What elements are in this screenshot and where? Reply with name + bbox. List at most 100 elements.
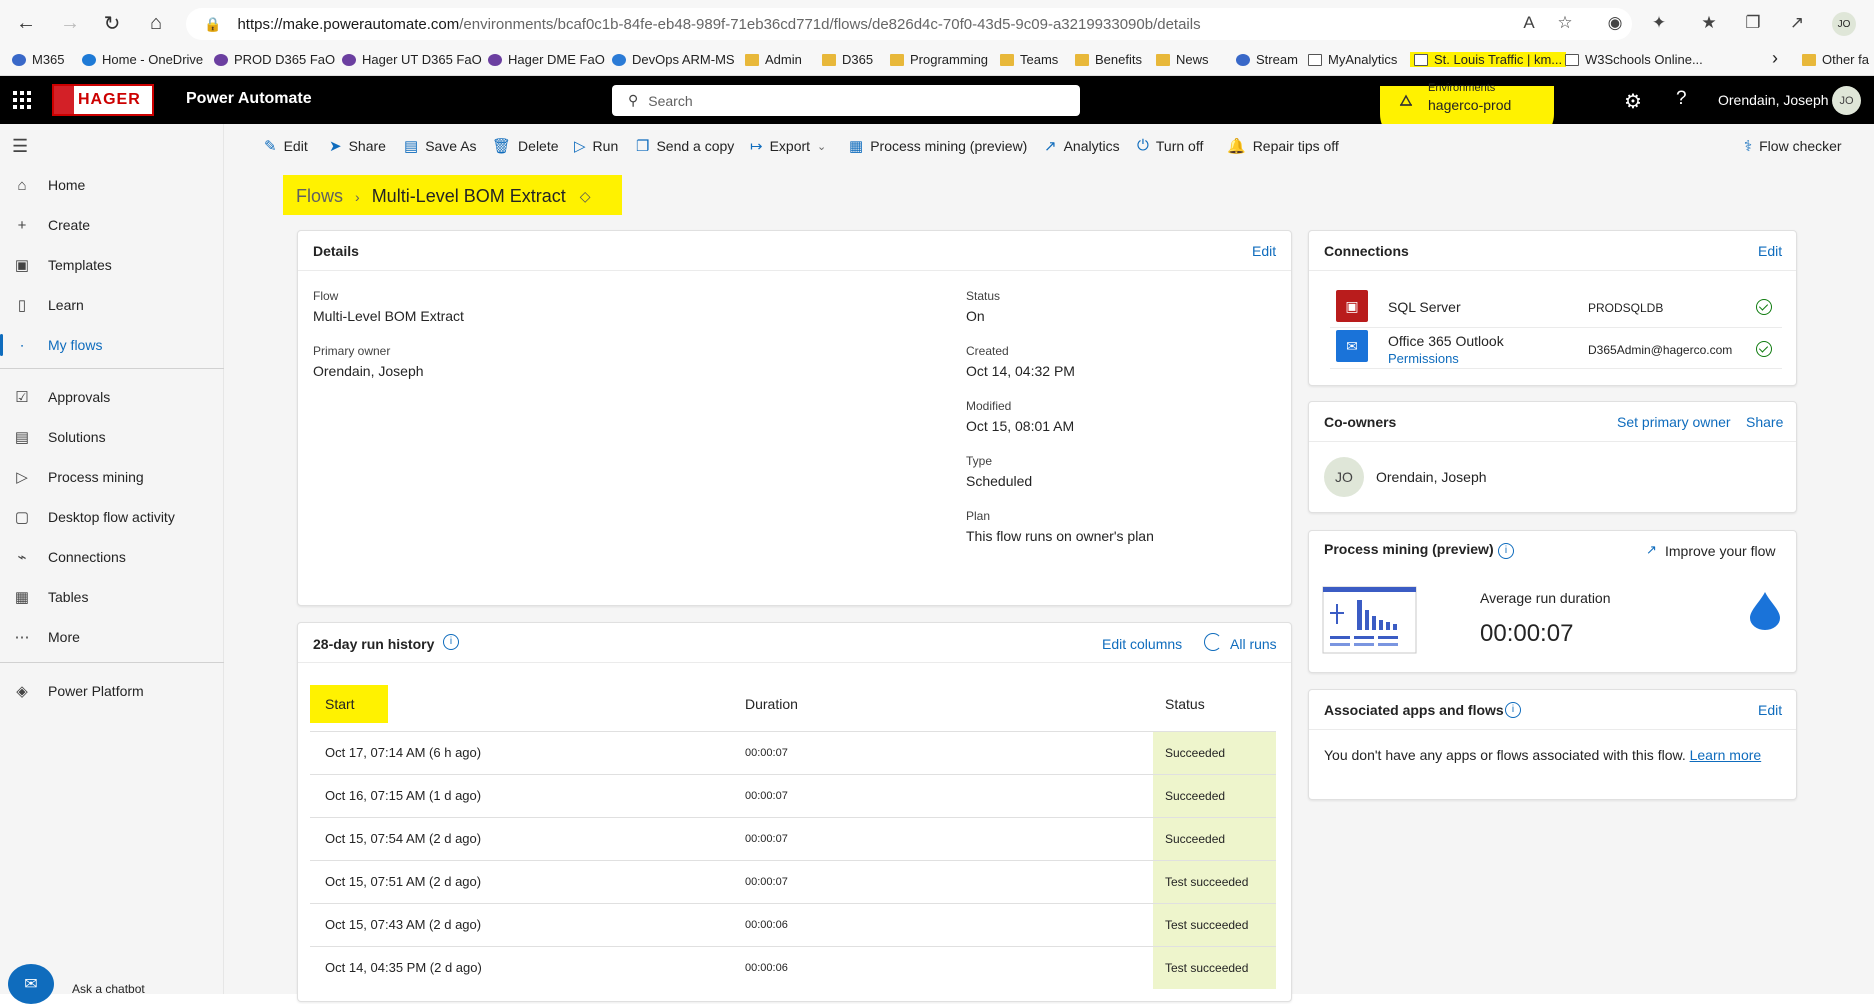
extensions-puzzle-icon[interactable]: ✦ bbox=[1648, 12, 1670, 34]
page-icon bbox=[1414, 53, 1428, 66]
bookmark-item[interactable]: MyAnalytics bbox=[1308, 52, 1397, 67]
bookmark-item[interactable]: D365 bbox=[822, 52, 873, 67]
improve-flow-link[interactable]: Improve your flow bbox=[1665, 543, 1775, 559]
col-status-header[interactable]: Status bbox=[1165, 696, 1205, 712]
share-browser-icon[interactable]: ↗ bbox=[1786, 12, 1808, 34]
nav-item-templates[interactable]: ▣ Templates bbox=[0, 246, 224, 284]
delete-button[interactable]: 🗑 Delete bbox=[492, 137, 559, 155]
bookmark-item[interactable]: Benefits bbox=[1075, 52, 1142, 67]
help-icon[interactable]: ? bbox=[1676, 88, 1687, 110]
search-input[interactable]: ⚲ Search bbox=[612, 85, 1080, 116]
edit-button[interactable]: ✎ Edit bbox=[264, 137, 308, 155]
nav-item-label: Solutions bbox=[48, 429, 106, 445]
run-start-cell[interactable]: Oct 15, 07:51 AM (2 d ago) bbox=[325, 874, 481, 889]
settings-gear-icon[interactable]: ⚙ bbox=[1624, 89, 1642, 114]
set-primary-owner-link[interactable]: Set primary owner bbox=[1617, 414, 1731, 430]
col-start-header[interactable]: Start bbox=[325, 696, 355, 712]
environments-label[interactable]: Environments bbox=[1428, 82, 1495, 94]
coowners-share-link[interactable]: Share bbox=[1746, 414, 1783, 430]
connections-edit-link[interactable]: Edit bbox=[1758, 243, 1782, 259]
bookmark-item[interactable]: Hager UT D365 FaO bbox=[342, 52, 482, 67]
process-mining-button[interactable]: ▦ Process mining (preview) bbox=[849, 137, 1027, 155]
nav-item-learn[interactable]: ▯ Learn bbox=[0, 286, 224, 324]
run-start-cell[interactable]: Oct 17, 07:14 AM (6 h ago) bbox=[325, 745, 481, 760]
forward-icon[interactable]: → bbox=[52, 5, 88, 41]
nav-item-tables[interactable]: ▦ Tables bbox=[0, 578, 224, 616]
info-icon[interactable]: i bbox=[1505, 702, 1521, 718]
play-icon: ▷ bbox=[574, 138, 586, 155]
save-as-button[interactable]: ▤ Save As bbox=[404, 137, 477, 155]
info-icon[interactable]: i bbox=[443, 634, 459, 650]
permissions-link[interactable]: Permissions bbox=[1388, 351, 1459, 366]
back-icon[interactable]: ← bbox=[8, 5, 44, 41]
nav-item-desktop-flow-activity[interactable]: ▢ Desktop flow activity bbox=[0, 498, 224, 536]
read-aloud-icon[interactable]: A bbox=[1518, 12, 1540, 34]
bookmark-item[interactable]: Teams bbox=[1000, 52, 1058, 67]
nav-item-process-mining[interactable]: ▷ Process mining bbox=[0, 458, 224, 496]
bookmark-label: M365 bbox=[32, 52, 65, 67]
environment-value[interactable]: hagerco-prod bbox=[1428, 97, 1511, 113]
bookmark-item[interactable]: Admin bbox=[745, 52, 802, 67]
favorite-star-icon[interactable]: ☆ bbox=[1554, 12, 1576, 34]
user-name[interactable]: Orendain, Joseph bbox=[1718, 92, 1829, 108]
nav-item-label: Power Platform bbox=[48, 683, 144, 699]
bookmark-label: Other fa bbox=[1822, 52, 1869, 67]
send-copy-button[interactable]: ❐ Send a copy bbox=[636, 137, 734, 155]
info-icon[interactable]: i bbox=[1498, 543, 1514, 559]
bookmark-item[interactable]: M365 bbox=[12, 52, 65, 67]
app-launcher-icon[interactable] bbox=[10, 88, 34, 112]
home-browser-icon[interactable]: ⌂ bbox=[138, 5, 174, 41]
breadcrumb-flows-link[interactable]: Flows bbox=[296, 186, 343, 207]
favorites-icon[interactable]: ★ bbox=[1698, 12, 1720, 34]
bookmark-item[interactable]: Stream bbox=[1236, 52, 1298, 67]
all-runs-link[interactable]: All runs bbox=[1230, 636, 1277, 652]
home-icon: ⌂ bbox=[17, 176, 27, 194]
app-title[interactable]: Power Automate bbox=[186, 90, 312, 108]
nav-item-connections[interactable]: ⌁ Connections bbox=[0, 538, 224, 576]
analytics-button[interactable]: ↗ Analytics bbox=[1044, 137, 1120, 155]
nav-item-more[interactable]: ⋯ More bbox=[0, 618, 224, 656]
run-start-cell[interactable]: Oct 16, 07:15 AM (1 d ago) bbox=[325, 788, 481, 803]
run-button[interactable]: ▷ Run bbox=[574, 137, 618, 155]
bookmark-item[interactable]: News bbox=[1156, 52, 1209, 67]
nav-item-power-platform[interactable]: ◈ Power Platform bbox=[0, 672, 224, 710]
bookmark-item[interactable]: Other fa bbox=[1802, 52, 1869, 67]
associated-edit-link[interactable]: Edit bbox=[1758, 702, 1782, 718]
nav-item-create[interactable]: + Create bbox=[0, 206, 224, 244]
refresh-icon[interactable] bbox=[1204, 633, 1222, 651]
bookmarks-overflow-chevron-icon[interactable]: › bbox=[1772, 48, 1778, 69]
profile-avatar[interactable]: JO bbox=[1832, 12, 1856, 36]
run-start-cell[interactable]: Oct 15, 07:43 AM (2 d ago) bbox=[325, 917, 481, 932]
nav-item-solutions[interactable]: ▤ Solutions bbox=[0, 418, 224, 456]
user-avatar[interactable]: JO bbox=[1832, 86, 1861, 115]
details-edit-link[interactable]: Edit bbox=[1252, 243, 1276, 259]
nav-item-home[interactable]: ⌂ Home bbox=[0, 166, 224, 204]
bookmark-item[interactable]: W3Schools Online... bbox=[1565, 52, 1703, 67]
extension-icon[interactable]: ◉ bbox=[1604, 12, 1626, 34]
bookmark-item[interactable]: PROD D365 FaO bbox=[214, 52, 335, 67]
avg-run-value: 00:00:07 bbox=[1480, 620, 1574, 647]
run-start-cell[interactable]: Oct 15, 07:54 AM (2 d ago) bbox=[325, 831, 481, 846]
repair-tips-button[interactable]: 🔔 Repair tips off bbox=[1227, 137, 1339, 155]
share-button[interactable]: ➤ Share bbox=[329, 137, 386, 155]
bookmark-item[interactable]: Hager DME FaO bbox=[488, 52, 605, 67]
folder-icon bbox=[1000, 53, 1014, 66]
bookmark-item[interactable]: Home - OneDrive bbox=[82, 52, 203, 67]
run-start-cell[interactable]: Oct 14, 04:35 PM (2 d ago) bbox=[325, 960, 482, 975]
export-button[interactable]: ↦ Export ⌄ bbox=[750, 137, 826, 155]
flow-checker-button[interactable]: ⚕ Flow checker bbox=[1744, 137, 1842, 155]
collections-icon[interactable]: ❐ bbox=[1742, 12, 1764, 34]
bookmark-item[interactable]: DevOps ARM-MS bbox=[612, 52, 735, 67]
address-bar[interactable]: 🔒 https://make.powerautomate.com/environ… bbox=[186, 8, 1632, 40]
refresh-icon[interactable]: ↻ bbox=[94, 5, 130, 41]
learn-more-link[interactable]: Learn more bbox=[1690, 747, 1762, 763]
hamburger-menu-icon[interactable]: ☰ bbox=[12, 136, 28, 157]
bookmark-item[interactable]: Programming bbox=[890, 52, 988, 67]
chatbot-icon[interactable]: ✉ bbox=[8, 964, 54, 1004]
nav-item-approvals[interactable]: ☑ Approvals bbox=[0, 378, 224, 416]
edit-columns-link[interactable]: Edit columns bbox=[1102, 636, 1182, 652]
col-duration-header[interactable]: Duration bbox=[745, 696, 798, 712]
turn-off-button[interactable]: ⏻ Turn off bbox=[1137, 137, 1203, 154]
nav-item-my-flows[interactable]: ∙ My flows bbox=[0, 326, 224, 364]
bookmark-item[interactable]: St. Louis Traffic | km... bbox=[1410, 52, 1567, 67]
